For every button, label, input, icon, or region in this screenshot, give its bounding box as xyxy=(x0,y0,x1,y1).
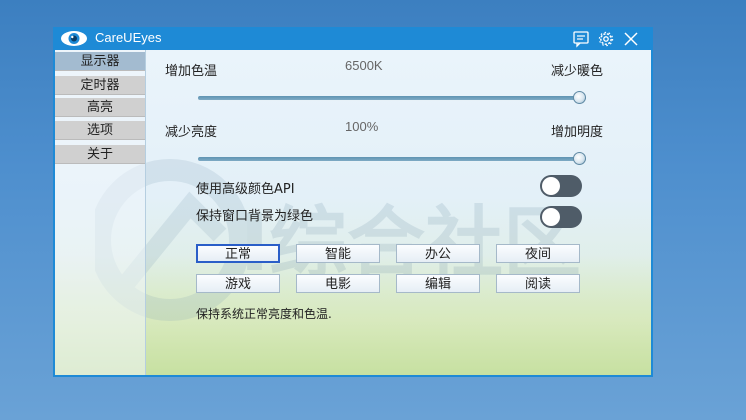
mode-office-button[interactable]: 办公 xyxy=(396,244,480,263)
brightness-left-label: 减少亮度 xyxy=(165,125,218,140)
main-panel: I综合社区 显示器 定时器 高亮 选项 关于 增加色温 6500K 减少暖色 减… xyxy=(55,50,651,375)
app-title: CareUEyes xyxy=(95,30,162,45)
mode-read-button[interactable]: 阅读 xyxy=(496,274,580,293)
temperature-slider[interactable] xyxy=(198,96,586,100)
mode-edit-button[interactable]: 编辑 xyxy=(396,274,480,293)
temperature-value: 6500K xyxy=(345,58,383,73)
brightness-slider[interactable] xyxy=(198,157,586,161)
sidebar: 显示器 定时器 高亮 选项 关于 xyxy=(55,50,146,375)
advanced-api-label: 使用高级颜色API xyxy=(196,182,295,197)
careueyes-window: CareUEyes I综合社区 显示器 定时器 高亮 选项 xyxy=(53,27,653,377)
feedback-icon[interactable] xyxy=(571,29,591,49)
toggle-knob xyxy=(542,177,560,195)
sidebar-item-about[interactable]: 关于 xyxy=(55,145,145,164)
mode-smart-button[interactable]: 智能 xyxy=(296,244,380,263)
sidebar-item-label: 定时器 xyxy=(80,78,120,93)
eye-logo-icon xyxy=(61,31,87,46)
sidebar-item-label: 选项 xyxy=(86,123,113,138)
brightness-slider-thumb[interactable] xyxy=(573,152,586,165)
status-text: 保持系统正常亮度和色温. xyxy=(196,307,332,321)
temperature-left-label: 增加色温 xyxy=(165,64,218,79)
temperature-slider-thumb[interactable] xyxy=(573,91,586,104)
sidebar-item-label: 高亮 xyxy=(86,100,113,115)
sidebar-item-highlight[interactable]: 高亮 xyxy=(55,98,145,117)
close-icon[interactable] xyxy=(621,29,641,49)
mode-movie-button[interactable]: 电影 xyxy=(296,274,380,293)
brightness-value: 100% xyxy=(345,119,379,134)
mode-game-button[interactable]: 游戏 xyxy=(196,274,280,293)
sidebar-item-options[interactable]: 选项 xyxy=(55,121,145,140)
watermark: I综合社区 xyxy=(95,159,581,321)
sidebar-item-timer[interactable]: 定时器 xyxy=(55,76,145,95)
gear-icon[interactable] xyxy=(596,29,616,49)
toggle-knob xyxy=(542,208,560,226)
temperature-right-label: 减少暖色 xyxy=(551,64,604,79)
title-bar[interactable]: CareUEyes xyxy=(53,27,653,50)
mode-normal-button[interactable]: 正常 xyxy=(196,244,280,263)
sidebar-item-label: 显示器 xyxy=(80,54,120,69)
sidebar-item-label: 关于 xyxy=(86,147,113,162)
green-background-label: 保持窗口背景为绿色 xyxy=(196,209,314,224)
mode-night-button[interactable]: 夜间 xyxy=(496,244,580,263)
green-background-toggle[interactable] xyxy=(540,206,582,228)
brightness-right-label: 增加明度 xyxy=(551,125,604,140)
sidebar-item-display[interactable]: 显示器 xyxy=(55,52,145,71)
advanced-api-toggle[interactable] xyxy=(540,175,582,197)
